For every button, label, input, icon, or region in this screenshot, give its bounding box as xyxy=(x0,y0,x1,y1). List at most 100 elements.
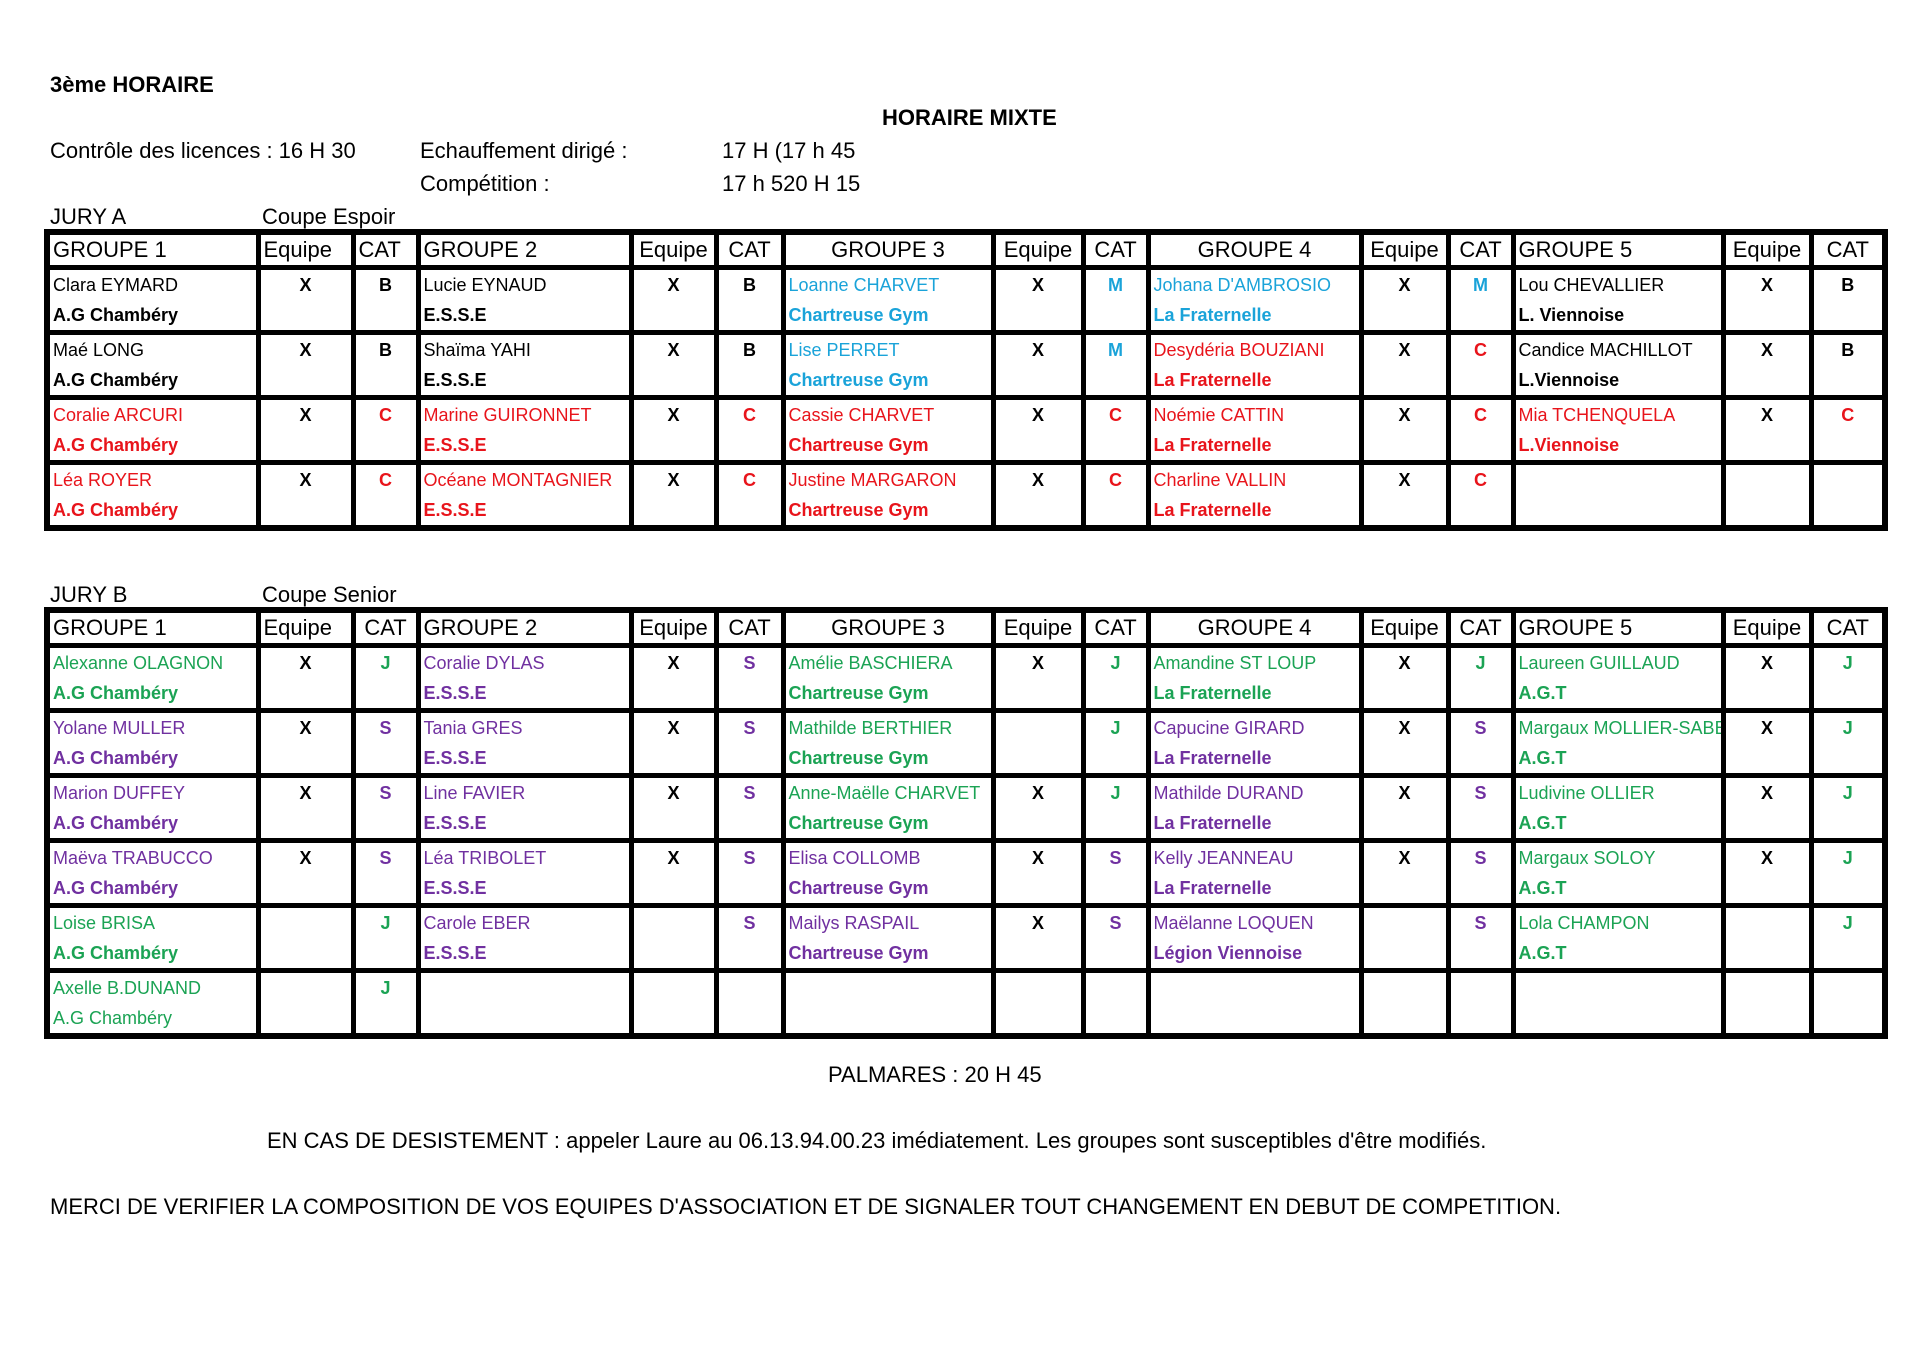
gymnast-cell: Maëlanne LOQUEN Légion Viennoise xyxy=(1145,903,1364,973)
club-name: Chartreuse Gym xyxy=(788,943,929,963)
category-code: J xyxy=(1080,773,1151,843)
header-cat: CAT xyxy=(1080,607,1151,648)
team-mark: X xyxy=(1720,330,1814,400)
category-code: C xyxy=(350,395,421,465)
gymnast-cell: Loise BRISA A.G Chambéry xyxy=(44,903,261,973)
gymnast-name: Justine MARGARON xyxy=(788,470,957,490)
club-name: E.S.S.E xyxy=(423,683,487,703)
header-equipe: Equipe xyxy=(1720,229,1814,270)
gymnast-name: Kelly JEANNEAU xyxy=(1153,848,1294,868)
gymnast-cell: Alexanne OLAGNON A.G Chambéry xyxy=(44,643,261,713)
table-header-row: GROUPE 1 Equipe CAT GROUPE 2 Equipe CAT … xyxy=(44,607,1888,648)
club-name: Légion Viennoise xyxy=(1153,943,1303,963)
club-name: A.G Chambéry xyxy=(53,683,179,703)
club-name: La Fraternelle xyxy=(1153,748,1272,768)
gymnast-name: Léa TRIBOLET xyxy=(423,848,547,868)
club-name: A.G Chambéry xyxy=(53,1008,173,1028)
gymnast-cell: Capucine GIRARD La Fraternelle xyxy=(1145,708,1364,778)
category-code: J xyxy=(1808,838,1888,908)
category-code: C xyxy=(1445,395,1516,465)
gymnast-name: Ludivine OLLIER xyxy=(1518,783,1655,803)
team-mark: X xyxy=(990,265,1086,335)
club-name: L.Viennoise xyxy=(1518,370,1620,390)
gymnast-name: Léa ROYER xyxy=(53,470,153,490)
gymnast-cell: Lola CHAMPON A.G.T xyxy=(1510,903,1726,973)
team-mark: X xyxy=(990,643,1086,713)
header-groupe-2: GROUPE 2 xyxy=(415,229,634,270)
club-name: La Fraternelle xyxy=(1153,813,1272,833)
category-code: S xyxy=(350,838,421,908)
category-code: C xyxy=(1080,460,1151,531)
category-code: B xyxy=(350,265,421,335)
team-mark: X xyxy=(1358,265,1451,335)
licence-check-time: Contrôle des licences : 16 H 30 xyxy=(50,138,356,163)
category-code: J xyxy=(1808,643,1888,713)
team-mark: X xyxy=(1358,460,1451,531)
gymnast-name: Maëlanne LOQUEN xyxy=(1153,913,1314,933)
gymnast-cell: Maé LONG A.G Chambéry xyxy=(44,330,261,400)
header-equipe: Equipe xyxy=(1358,607,1451,648)
team-mark: X xyxy=(255,395,356,465)
gymnast-name: Maé LONG xyxy=(53,340,145,360)
club-name: A.G Chambéry xyxy=(53,370,179,390)
team-mark: X xyxy=(628,838,719,908)
header-equipe: Equipe xyxy=(1720,607,1814,648)
header-equipe: Equipe xyxy=(255,229,356,270)
club-name: La Fraternelle xyxy=(1153,500,1272,520)
club-name: E.S.S.E xyxy=(423,878,487,898)
team-check-notice: MERCI DE VERIFIER LA COMPOSITION DE VOS … xyxy=(50,1194,1562,1219)
gymnast-cell xyxy=(780,968,996,1039)
gymnast-cell: Lise PERRET Chartreuse Gym xyxy=(780,330,996,400)
gymnast-name: Marion DUFFEY xyxy=(53,783,186,803)
gymnast-cell: Johana D'AMBROSIO La Fraternelle xyxy=(1145,265,1364,335)
gymnast-name: Maëva TRABUCCO xyxy=(53,848,213,868)
jury-a-table: GROUPE 1 Equipe CAT GROUPE 2 Equipe CAT … xyxy=(44,229,1888,531)
team-mark: X xyxy=(628,395,719,465)
header-equipe: Equipe xyxy=(1358,229,1451,270)
gymnast-name: Lise PERRET xyxy=(788,340,900,360)
category-code xyxy=(713,968,786,1039)
category-code: B xyxy=(1808,265,1888,335)
gymnast-cell: Maëva TRABUCCO A.G Chambéry xyxy=(44,838,261,908)
category-code: S xyxy=(1445,708,1516,778)
header-cat: CAT xyxy=(1808,229,1888,270)
gymnast-cell: Kelly JEANNEAU La Fraternelle xyxy=(1145,838,1364,908)
club-name: Chartreuse Gym xyxy=(788,500,929,520)
club-name: L.Viennoise xyxy=(1518,435,1620,455)
gymnast-cell: Yolane MULLER A.G Chambéry xyxy=(44,708,261,778)
gymnast-cell: Tania GRES E.S.S.E xyxy=(415,708,634,778)
gymnast-cell: Carole EBER E.S.S.E xyxy=(415,903,634,973)
gymnast-cell: Mailys RASPAIL Chartreuse Gym xyxy=(780,903,996,973)
gymnast-name: Loanne CHARVET xyxy=(788,275,940,295)
category-code: J xyxy=(1808,903,1888,973)
club-name: La Fraternelle xyxy=(1153,435,1272,455)
team-mark: X xyxy=(255,838,356,908)
category-code: J xyxy=(350,903,421,973)
team-mark xyxy=(255,968,356,1039)
competition-time: 17 h 520 H 15 xyxy=(722,171,861,196)
club-name: La Fraternelle xyxy=(1153,370,1272,390)
header-cat: CAT xyxy=(1445,607,1516,648)
gymnast-name: Mia TCHENQUELA xyxy=(1518,405,1676,425)
team-mark xyxy=(990,708,1086,778)
gymnast-cell: Candice MACHILLOT L.Viennoise xyxy=(1510,330,1726,400)
jury-b-cup: Coupe Senior xyxy=(262,582,397,607)
category-code xyxy=(1445,968,1516,1039)
gymnast-name: Elisa COLLOMB xyxy=(788,848,921,868)
gymnast-cell: Coralie DYLAS E.S.S.E xyxy=(415,643,634,713)
schedule-subtitle: HORAIRE MIXTE xyxy=(882,105,1057,130)
gymnast-cell: Marion DUFFEY A.G Chambéry xyxy=(44,773,261,843)
gymnast-name: Lou CHEVALLIER xyxy=(1518,275,1665,295)
gymnast-cell: Loanne CHARVET Chartreuse Gym xyxy=(780,265,996,335)
gymnast-name: Capucine GIRARD xyxy=(1153,718,1305,738)
gymnast-name: Mailys RASPAIL xyxy=(788,913,920,933)
team-mark xyxy=(1358,903,1451,973)
jury-a-cup: Coupe Espoir xyxy=(262,204,396,229)
team-mark xyxy=(1720,968,1814,1039)
gymnast-cell: Axelle B.DUNAND A.G Chambéry xyxy=(44,968,261,1039)
category-code: S xyxy=(713,708,786,778)
competition-label: Compétition : xyxy=(420,171,550,196)
header-groupe-4: GROUPE 4 xyxy=(1145,229,1364,270)
gymnast-cell: Ludivine OLLIER A.G.T xyxy=(1510,773,1726,843)
club-name: A.G Chambéry xyxy=(53,435,179,455)
